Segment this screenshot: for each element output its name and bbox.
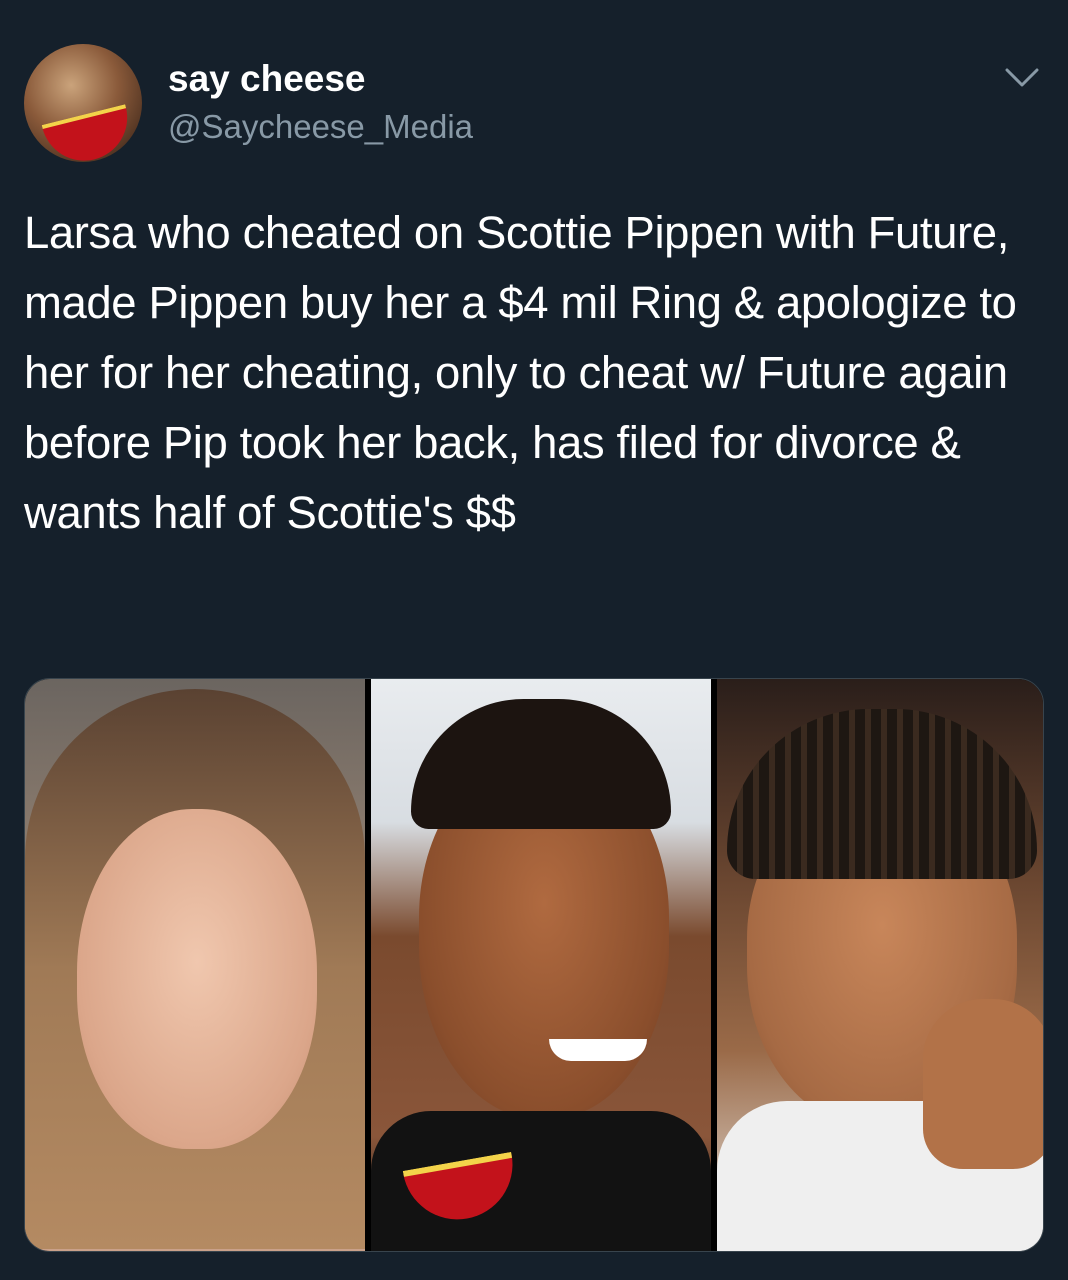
say-cheese-logo: [41, 104, 137, 162]
user-handle[interactable]: @Saycheese_Media: [168, 108, 473, 146]
photo-2-hair: [411, 699, 671, 829]
photo-3-hair: [727, 709, 1037, 879]
photo-2-smile: [549, 1039, 647, 1061]
chevron-down-icon[interactable]: [1004, 62, 1040, 92]
media-photo-2[interactable]: [371, 679, 711, 1251]
tweet: say cheese @Saycheese_Media Larsa who ch…: [0, 0, 1068, 1280]
photo-3-hand: [923, 999, 1043, 1169]
display-name[interactable]: say cheese: [168, 58, 366, 100]
photo-1-face: [77, 809, 317, 1149]
tweet-text: Larsa who cheated on Scottie Pippen with…: [24, 207, 1017, 538]
avatar[interactable]: [24, 44, 142, 162]
tweet-media[interactable]: [24, 678, 1044, 1252]
media-photo-3[interactable]: [717, 679, 1043, 1251]
media-photo-1[interactable]: [25, 679, 365, 1251]
